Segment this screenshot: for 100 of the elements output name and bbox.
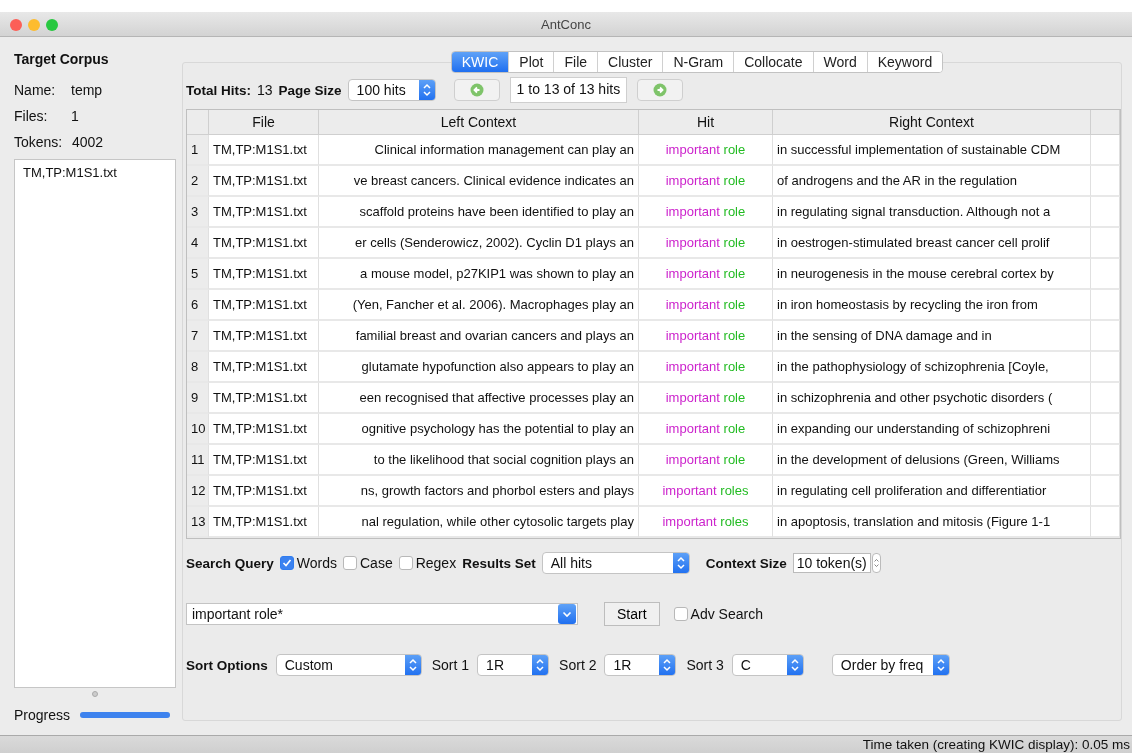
column-header[interactable]: File: [209, 110, 319, 135]
checkbox-label: Case: [360, 555, 393, 571]
column-header[interactable]: Left Context: [319, 110, 639, 135]
table-cell: of androgens and the AR in the regulation: [773, 166, 1091, 197]
table-cell: TM,TP:M1S1.txt: [209, 228, 319, 259]
search-query-label: Search Query: [186, 555, 274, 571]
table-cell: glutamate hypofunction also appears to play an: [319, 352, 639, 383]
row-number: 11: [187, 445, 209, 476]
row-number: 10: [187, 414, 209, 445]
table-cell: TM,TP:M1S1.txt: [209, 507, 319, 538]
table-cell: in oestrogen-stimulated breast cancer cell prolif: [773, 228, 1091, 259]
table-cell: ns, growth factors and phorbol esters and plays: [319, 476, 639, 507]
checkbox[interactable]: [398, 556, 413, 570]
row-number: 2: [187, 166, 209, 197]
results-set-label: Results Set: [462, 555, 536, 571]
hit-word: role: [722, 390, 746, 405]
sort-select[interactable]: 1R: [604, 654, 677, 676]
hit-word: role: [722, 421, 746, 436]
table-cell: TM,TP:M1S1.txt: [209, 445, 319, 476]
hit-word: important: [665, 173, 720, 188]
table-cell: TM,TP:M1S1.txt: [209, 166, 319, 197]
table-cell: een recognised that affective processes play an: [319, 383, 639, 414]
table-cell: a mouse model, p27KIP1 was shown to play an: [319, 259, 639, 290]
table-cell: in schizophrenia and other psychotic disorders (: [773, 383, 1091, 414]
close-button[interactable]: [10, 19, 22, 31]
hit-word: role: [722, 359, 746, 374]
table-header: [187, 110, 209, 135]
spinner-icon[interactable]: [871, 553, 881, 573]
row-number: 13: [187, 507, 209, 538]
table-cell: in apoptosis, translation and mitosis (Figure 1-1: [773, 507, 1091, 538]
row-number: 6: [187, 290, 209, 321]
corpus-file-item[interactable]: TM,TP:M1S1.txt: [21, 164, 119, 181]
checkbox[interactable]: [279, 556, 294, 570]
table-cell: in regulating cell proliferation and differentiatior: [773, 476, 1091, 507]
table-cell: TM,TP:M1S1.txt: [209, 476, 319, 507]
row-number: 4: [187, 228, 209, 259]
row-number: 3: [187, 197, 209, 228]
results-set-select[interactable]: All hits: [541, 552, 690, 574]
sort-mode-select[interactable]: Custom: [275, 654, 422, 676]
table-cell: TM,TP:M1S1.txt: [209, 352, 319, 383]
window-title: AntConc: [541, 16, 591, 32]
checkbox-label: Words: [296, 555, 337, 571]
minimize-button[interactable]: [28, 19, 40, 31]
zoom-button[interactable]: [46, 19, 58, 31]
sort-label: Sort 2: [559, 657, 597, 673]
row-number: 12: [187, 476, 209, 507]
row-number: 5: [187, 259, 209, 290]
hit-word: role: [722, 173, 746, 188]
hit-word: important: [665, 390, 720, 405]
hit-word: important: [665, 452, 720, 467]
up-down-arrows-icon: [672, 553, 689, 573]
stat-value: 4002: [72, 134, 104, 150]
hit-word: role: [722, 328, 746, 343]
table-cell: in expanding our understanding of schizophreni: [773, 414, 1091, 445]
chevron-down-icon[interactable]: [558, 604, 576, 624]
hit-word: important: [662, 514, 717, 529]
sort-select[interactable]: 1R: [477, 654, 550, 676]
start-button[interactable]: Start: [604, 602, 660, 626]
row-number: 7: [187, 321, 209, 352]
up-down-arrows-icon: [932, 655, 949, 675]
table-cell: nal regulation, while other cytosolic targets play: [319, 507, 639, 538]
table-cell: (Yen, Fancher et al. 2006). Macrophages play an: [319, 290, 639, 321]
hit-word: roles: [719, 483, 749, 498]
status-text: Time taken (creating KWIC display): 0.05 ms: [862, 737, 1130, 752]
table-cell: scaffold proteins have been identified to play an: [319, 197, 639, 228]
table-cell: in iron homeostasis by recycling the iron from: [773, 290, 1091, 321]
up-down-arrows-icon: [659, 655, 676, 675]
search-query-field[interactable]: important role*: [186, 603, 578, 625]
checkbox-label: Regex: [415, 555, 457, 571]
up-down-arrows-icon: [786, 655, 803, 675]
page-size-label: Page Size: [278, 82, 342, 98]
resize-handle[interactable]: [92, 691, 98, 697]
checkbox[interactable]: [673, 607, 688, 621]
row-number: 9: [187, 383, 209, 414]
table-cell: TM,TP:M1S1.txt: [209, 259, 319, 290]
stat-label: Tokens:: [14, 134, 64, 150]
stat-label: Files:: [14, 108, 49, 124]
row-number: 1: [187, 135, 209, 166]
hit-word: role: [722, 204, 746, 219]
hit-word: important: [665, 421, 720, 436]
checkbox[interactable]: [343, 556, 357, 570]
table-cell: TM,TP:M1S1.txt: [209, 321, 319, 352]
context-size-field[interactable]: 10 token(s): [792, 553, 871, 573]
sidebar-heading: Target Corpus: [14, 51, 110, 67]
hit-word: important: [665, 266, 720, 281]
page-size-select[interactable]: 100 hits: [347, 79, 436, 101]
hit-word: important: [665, 204, 720, 219]
column-header[interactable]: Hit: [639, 110, 773, 135]
hit-word: important: [665, 297, 720, 312]
stat-value: temp: [71, 82, 103, 98]
sort-select[interactable]: C: [731, 654, 804, 676]
next-page-button[interactable]: [637, 79, 684, 101]
previous-page-button[interactable]: [453, 79, 500, 101]
order-select[interactable]: Order by freq: [831, 654, 950, 676]
table-cell: ve breast cancers. Clinical evidence indicates an: [319, 166, 639, 197]
checkbox-label: Adv Search: [690, 606, 763, 622]
sort-options-label: Sort Options: [186, 657, 268, 673]
table-cell: TM,TP:M1S1.txt: [209, 135, 319, 166]
column-header[interactable]: Right Context: [773, 110, 1091, 135]
table-cell: er cells (Senderowicz, 2002). Cyclin D1 plays an: [319, 228, 639, 259]
